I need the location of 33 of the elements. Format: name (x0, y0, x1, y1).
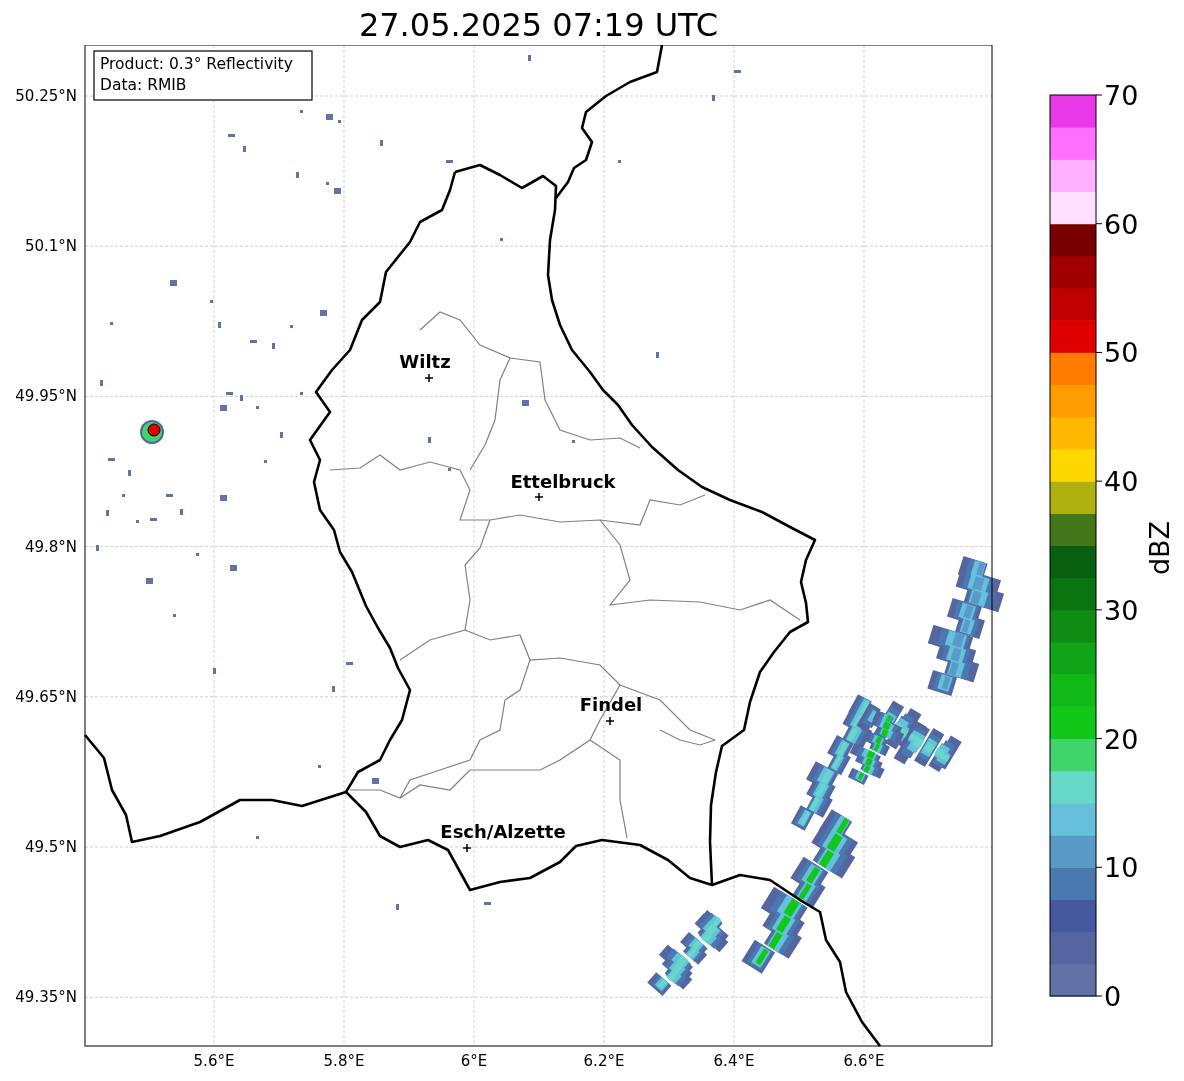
city-label: Findel (579, 694, 643, 715)
latitude-label: 50.1°N (24, 237, 77, 256)
latitude-label: 49.35°N (15, 988, 77, 1007)
colorbar-tick-label: 20 (1104, 723, 1139, 755)
colorbar-tick-label: 60 (1104, 208, 1139, 240)
city-label: Ettelbruck (510, 471, 616, 492)
colorbar-tick-label: 0 (1104, 981, 1122, 1012)
info-text: Data: RMIB (100, 76, 187, 94)
longitude-label: 6°E (460, 1052, 488, 1070)
colorbar-tick-label: 70 (1104, 80, 1139, 111)
latitude-label: 49.65°N (15, 687, 77, 706)
longitude-label: 6.2°E (583, 1052, 625, 1070)
latitude-label: 49.95°N (15, 387, 77, 406)
info-text: Product: 0.3° Reflectivity (100, 55, 293, 73)
city-marker-icon (605, 716, 615, 726)
colorbar-tick-label: 10 (1104, 852, 1139, 884)
city-marker-icon (462, 843, 472, 853)
longitude-label: 5.8°E (323, 1052, 365, 1070)
colorbar-tick-label: 40 (1104, 466, 1139, 498)
city-label: Esch/Alzette (440, 821, 566, 842)
city-marker-icon (424, 373, 434, 383)
colorbar-label: dBZ (1144, 520, 1175, 576)
latitude-label: 49.5°N (24, 838, 77, 856)
city-label: Wiltz (399, 351, 451, 372)
longitude-label: 6.6°E (843, 1052, 885, 1070)
longitude-label: 6.4°E (713, 1052, 755, 1070)
chart-title: 27.05.2025 07:19 UTC (358, 5, 719, 45)
latitude-label: 50.25°N (15, 87, 77, 105)
colorbar-tick-label: 30 (1104, 594, 1139, 626)
longitude-label: 5.6°E (193, 1052, 235, 1070)
colorbar-tick-label: 50 (1104, 337, 1139, 369)
latitude-label: 49.8°N (24, 537, 77, 556)
city-marker-icon (534, 492, 544, 502)
